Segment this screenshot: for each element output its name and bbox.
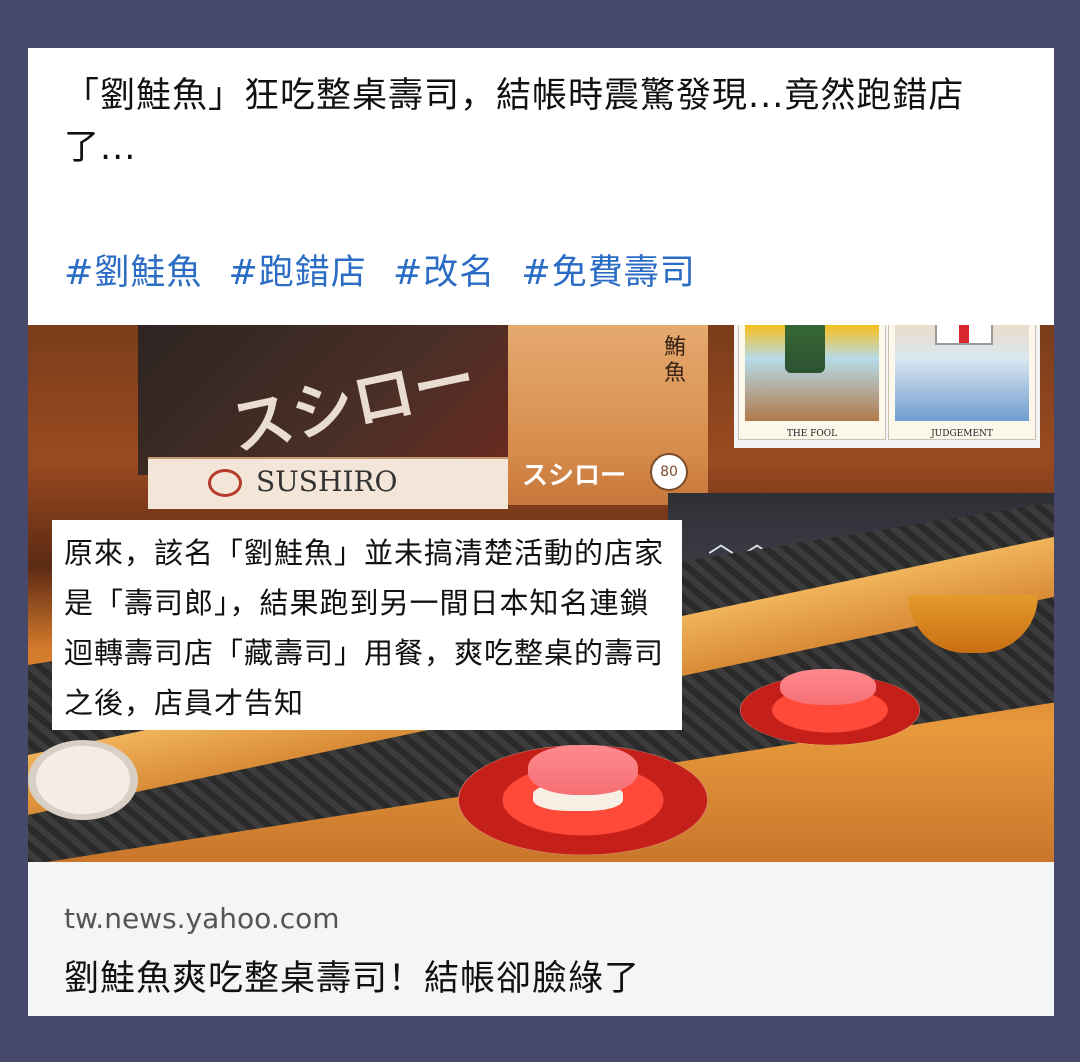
judgement-card-art (895, 325, 1029, 421)
article-photo[interactable]: スシロー SUSHIRO 鮪魚 スシロー 80 ︿︿ ︿︿ ︿︿ 原來，該名「劉… (28, 325, 1054, 862)
post-card: 「劉鮭魚」狂吃整桌壽司，結帳時震驚發現...竟然跑錯店了... #劉鮭魚 #跑錯… (28, 48, 1054, 1016)
tarot-caption: JUDGEMENT (931, 429, 993, 439)
post-text: 「劉鮭魚」狂吃整桌壽司，結帳時震驚發現...竟然跑錯店了... (64, 76, 965, 168)
tarot-caption: THE FOOL (786, 429, 838, 439)
sushiro-logo-icon (208, 469, 242, 497)
white-plate (28, 740, 138, 820)
menu-price: 80 (650, 453, 688, 491)
tarot-card-judgement: XX JUDGEMENT (888, 325, 1036, 440)
menu-vertical-text: 鮪魚 (664, 335, 687, 386)
tarot-card-fool: 0 THE FOOL (738, 325, 886, 440)
brand-label-text: SUSHIRO (256, 465, 398, 498)
fool-figure-icon (785, 325, 825, 373)
link-domain: tw.news.yahoo.com (64, 902, 340, 935)
hashtag-list: #劉鮭魚 #跑錯店 #改名 #免費壽司 (64, 244, 710, 295)
hashtag-2[interactable]: #改名 (393, 253, 495, 293)
link-title[interactable]: 劉鮭魚爽吃整桌壽司！結帳卻臉綠了 (64, 950, 640, 1001)
fool-card-art (745, 325, 879, 421)
tarot-cards: 0 THE FOOL XX JUDGEMENT (734, 325, 1040, 448)
hashtag-3[interactable]: #免費壽司 (521, 253, 695, 293)
tuna-sushi-front (528, 745, 638, 795)
shop-sign: スシロー (138, 325, 508, 475)
link-preview[interactable]: tw.news.yahoo.com 劉鮭魚爽吃整桌壽司！結帳卻臉綠了 (28, 862, 1054, 1016)
shop-sign-text: スシロー (224, 341, 483, 465)
hashtag-1[interactable]: #跑錯店 (228, 253, 366, 293)
hashtag-0[interactable]: #劉鮭魚 (64, 253, 202, 293)
cross-flag-icon (935, 325, 993, 345)
salmon-sushi-back (780, 669, 876, 705)
caption-text: 原來，該名「劉鮭魚」並未搞清楚活動的店家是「壽司郎」，結果跑到另一間日本知名連鎖… (64, 536, 665, 720)
menu-sign-text: スシロー (522, 461, 627, 491)
menu-panel: 鮪魚 スシロー 80 (508, 325, 708, 505)
brand-label: SUSHIRO (148, 457, 508, 509)
caption-overlay: 原來，該名「劉鮭魚」並未搞清楚活動的店家是「壽司郎」，結果跑到另一間日本知名連鎖… (52, 520, 682, 730)
